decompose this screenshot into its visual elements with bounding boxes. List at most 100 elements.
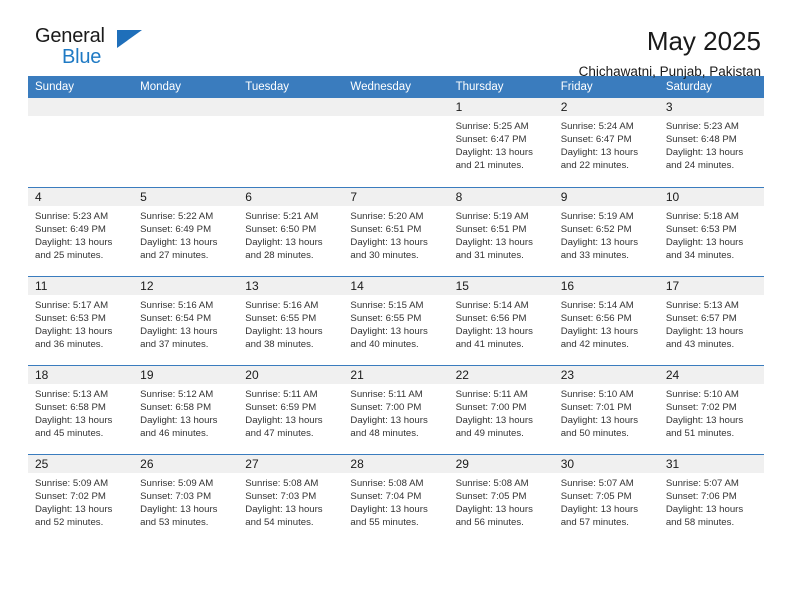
day-details: Sunrise: 5:15 AM Sunset: 6:55 PM Daylight:…	[343, 295, 448, 351]
day-details: Sunrise: 5:14 AM Sunset: 6:56 PM Daylight:…	[554, 295, 659, 351]
calendar-day-cell[interactable]: 23 Sunrise: 5:10 AM Sunset: 7:01 PM Dayligh…	[553, 364, 659, 454]
calendar-day-cell[interactable]: 10 Sunrise: 5:18 AM Sunset: 6:53 PM Dayligh…	[658, 186, 764, 276]
calendar-day-cell[interactable]: 26 Sunrise: 5:09 AM Sunset: 7:03 PM Dayligh…	[133, 453, 239, 543]
day-details: Sunrise: 5:13 AM Sunset: 6:58 PM Daylight:…	[28, 384, 133, 440]
calendar-day-cell[interactable]: 27 Sunrise: 5:08 AM Sunset: 7:03 PM Dayligh…	[238, 453, 344, 543]
day-details: Sunrise: 5:19 AM Sunset: 6:51 PM Daylight:…	[449, 206, 554, 262]
day-number: 29	[448, 454, 554, 473]
day-number: 20	[238, 365, 344, 384]
daylight-text: Daylight: 13 hours and 21 minutes.	[455, 147, 533, 172]
calendar-week-row: 4 Sunrise: 5:23 AM Sunset: 6:49 PM Daylight…	[28, 186, 764, 276]
sunrise-text: Sunrise: 5:10 AM	[665, 388, 739, 400]
day-details: Sunrise: 5:08 AM Sunset: 7:03 PM Daylight:…	[238, 473, 343, 529]
sunset-text: Sunset: 6:58 PM	[140, 401, 212, 413]
daylight-text: Daylight: 13 hours and 50 minutes.	[560, 414, 639, 439]
sunset-text: Sunset: 7:05 PM	[560, 490, 632, 502]
sunrise-text: Sunrise: 5:19 AM	[455, 210, 529, 222]
calendar-day-cell[interactable]: 24 Sunrise: 5:10 AM Sunset: 7:02 PM Dayligh…	[658, 364, 764, 454]
calendar-day-cell[interactable]: 21 Sunrise: 5:11 AM Sunset: 7:00 PM Dayligh…	[343, 364, 449, 454]
sunset-text: Sunset: 7:03 PM	[245, 490, 317, 502]
sunrise-text: Sunrise: 5:17 AM	[35, 299, 109, 311]
daylight-text: Daylight: 13 hours and 40 minutes.	[350, 325, 428, 350]
sunrise-text: Sunrise: 5:25 AM	[455, 121, 529, 132]
calendar-week-row: 11 Sunrise: 5:17 AM Sunset: 6:53 PM Dayligh…	[28, 275, 764, 365]
sunrise-text: Sunrise: 5:19 AM	[560, 210, 634, 222]
daylight-text: Daylight: 13 hours and 52 minutes.	[35, 503, 113, 528]
calendar-day-cell[interactable]: 25 Sunrise: 5:09 AM Sunset: 7:02 PM Dayligh…	[28, 453, 134, 543]
day-number	[28, 98, 134, 116]
sunrise-text: Sunrise: 5:08 AM	[350, 477, 424, 489]
daylight-text: Daylight: 13 hours and 34 minutes.	[665, 236, 744, 261]
daylight-text: Daylight: 13 hours and 25 minutes.	[35, 236, 113, 261]
calendar-day-cell[interactable]: 16 Sunrise: 5:14 AM Sunset: 6:56 PM Dayligh…	[553, 275, 659, 365]
day-number: 30	[553, 454, 659, 473]
daylight-text: Daylight: 13 hours and 36 minutes.	[35, 325, 113, 350]
daylight-text: Daylight: 13 hours and 31 minutes.	[455, 236, 533, 261]
calendar-day-cell[interactable]: 3 Sunrise: 5:23 AM Sunset: 6:48 PM Daylight…	[658, 98, 764, 187]
sunset-text: Sunset: 7:00 PM	[455, 401, 527, 413]
page-header: General Blue May 2025 Chichawatni, Punja…	[28, 0, 764, 80]
daylight-text: Daylight: 13 hours and 51 minutes.	[665, 414, 744, 439]
day-number	[238, 98, 344, 116]
calendar-day-cell[interactable]: 29 Sunrise: 5:08 AM Sunset: 7:05 PM Dayligh…	[448, 453, 554, 543]
calendar-day-cell[interactable]: 11 Sunrise: 5:17 AM Sunset: 6:53 PM Dayligh…	[28, 275, 134, 365]
day-details: Sunrise: 5:24 AM Sunset: 6:47 PM Daylight:…	[554, 116, 659, 172]
calendar-day-cell[interactable]: 4 Sunrise: 5:23 AM Sunset: 6:49 PM Daylight…	[28, 186, 134, 276]
daylight-text: Daylight: 13 hours and 54 minutes.	[245, 503, 323, 528]
day-details: Sunrise: 5:12 AM Sunset: 6:58 PM Daylight:…	[133, 384, 238, 440]
column-header-monday: Monday	[133, 76, 239, 98]
day-details: Sunrise: 5:25 AM Sunset: 6:47 PM Daylight:…	[449, 116, 554, 172]
daylight-text: Daylight: 13 hours and 46 minutes.	[140, 414, 218, 439]
day-number: 5	[133, 187, 239, 206]
calendar-day-cell[interactable]: 9 Sunrise: 5:19 AM Sunset: 6:52 PM Daylight…	[553, 186, 659, 276]
sunset-text: Sunset: 6:49 PM	[35, 223, 106, 235]
calendar-day-cell-empty	[238, 98, 344, 187]
calendar-day-cell[interactable]: 5 Sunrise: 5:22 AM Sunset: 6:49 PM Daylight…	[133, 186, 239, 276]
sunset-text: Sunset: 6:53 PM	[35, 312, 106, 324]
sunrise-text: Sunrise: 5:09 AM	[140, 477, 214, 489]
day-details: Sunrise: 5:11 AM Sunset: 6:59 PM Daylight:…	[238, 384, 343, 440]
day-number: 1	[448, 98, 554, 116]
calendar-day-cell[interactable]: 31 Sunrise: 5:07 AM Sunset: 7:06 PM Dayligh…	[658, 453, 764, 543]
sunset-text: Sunset: 6:47 PM	[455, 134, 527, 146]
day-number: 18	[28, 365, 134, 384]
sunrise-text: Sunrise: 5:11 AM	[455, 388, 528, 400]
sunset-text: Sunset: 6:50 PM	[245, 223, 317, 235]
sunset-text: Sunset: 6:51 PM	[455, 223, 527, 235]
sunset-text: Sunset: 6:52 PM	[560, 223, 632, 235]
calendar-day-cell[interactable]: 8 Sunrise: 5:19 AM Sunset: 6:51 PM Daylight…	[448, 186, 554, 276]
calendar-day-cell[interactable]: 13 Sunrise: 5:16 AM Sunset: 6:55 PM Dayligh…	[238, 275, 344, 365]
calendar-day-cell[interactable]: 15 Sunrise: 5:14 AM Sunset: 6:56 PM Dayligh…	[448, 275, 554, 365]
calendar-day-cell[interactable]: 30 Sunrise: 5:07 AM Sunset: 7:05 PM Dayligh…	[553, 453, 659, 543]
calendar-day-cell[interactable]: 22 Sunrise: 5:11 AM Sunset: 7:00 PM Dayligh…	[448, 364, 554, 454]
sunset-text: Sunset: 7:02 PM	[665, 401, 737, 413]
sunset-text: Sunset: 6:56 PM	[560, 312, 632, 324]
day-number: 17	[658, 276, 764, 295]
calendar-day-cell[interactable]: 19 Sunrise: 5:12 AM Sunset: 6:58 PM Dayligh…	[133, 364, 239, 454]
calendar-day-cell[interactable]: 1 Sunrise: 5:25 AM Sunset: 6:47 PM Daylight…	[448, 98, 554, 187]
day-details: Sunrise: 5:19 AM Sunset: 6:52 PM Daylight:…	[554, 206, 659, 262]
sunset-text: Sunset: 6:47 PM	[560, 134, 632, 146]
day-details: Sunrise: 5:13 AM Sunset: 6:57 PM Daylight:…	[659, 295, 764, 351]
calendar-page: General Blue May 2025 Chichawatni, Punja…	[0, 0, 792, 612]
calendar-day-cell[interactable]: 14 Sunrise: 5:15 AM Sunset: 6:55 PM Dayligh…	[343, 275, 449, 365]
calendar-day-cell[interactable]: 18 Sunrise: 5:13 AM Sunset: 6:58 PM Dayligh…	[28, 364, 134, 454]
sunrise-text: Sunrise: 5:21 AM	[245, 210, 319, 222]
sunset-text: Sunset: 7:05 PM	[455, 490, 527, 502]
day-number: 13	[238, 276, 344, 295]
page-subtitle: Chichawatni, Punjab, Pakistan	[578, 64, 761, 79]
calendar-day-cell[interactable]: 6 Sunrise: 5:21 AM Sunset: 6:50 PM Daylight…	[238, 186, 344, 276]
sunrise-text: Sunrise: 5:09 AM	[35, 477, 109, 489]
day-number: 14	[343, 276, 449, 295]
day-number: 21	[343, 365, 449, 384]
day-number	[343, 98, 449, 116]
sunset-text: Sunset: 6:53 PM	[665, 223, 737, 235]
calendar-day-cell[interactable]: 20 Sunrise: 5:11 AM Sunset: 6:59 PM Dayligh…	[238, 364, 344, 454]
daylight-text: Daylight: 13 hours and 41 minutes.	[455, 325, 533, 350]
calendar-day-cell[interactable]: 17 Sunrise: 5:13 AM Sunset: 6:57 PM Dayligh…	[658, 275, 764, 365]
calendar-day-cell[interactable]: 2 Sunrise: 5:24 AM Sunset: 6:47 PM Daylight…	[553, 98, 659, 187]
calendar-day-cell[interactable]: 12 Sunrise: 5:16 AM Sunset: 6:54 PM Dayligh…	[133, 275, 239, 365]
calendar-day-cell[interactable]: 7 Sunrise: 5:20 AM Sunset: 6:51 PM Daylight…	[343, 186, 449, 276]
calendar-day-cell[interactable]: 28 Sunrise: 5:08 AM Sunset: 7:04 PM Dayligh…	[343, 453, 449, 543]
day-details: Sunrise: 5:23 AM Sunset: 6:49 PM Daylight:…	[28, 206, 133, 262]
